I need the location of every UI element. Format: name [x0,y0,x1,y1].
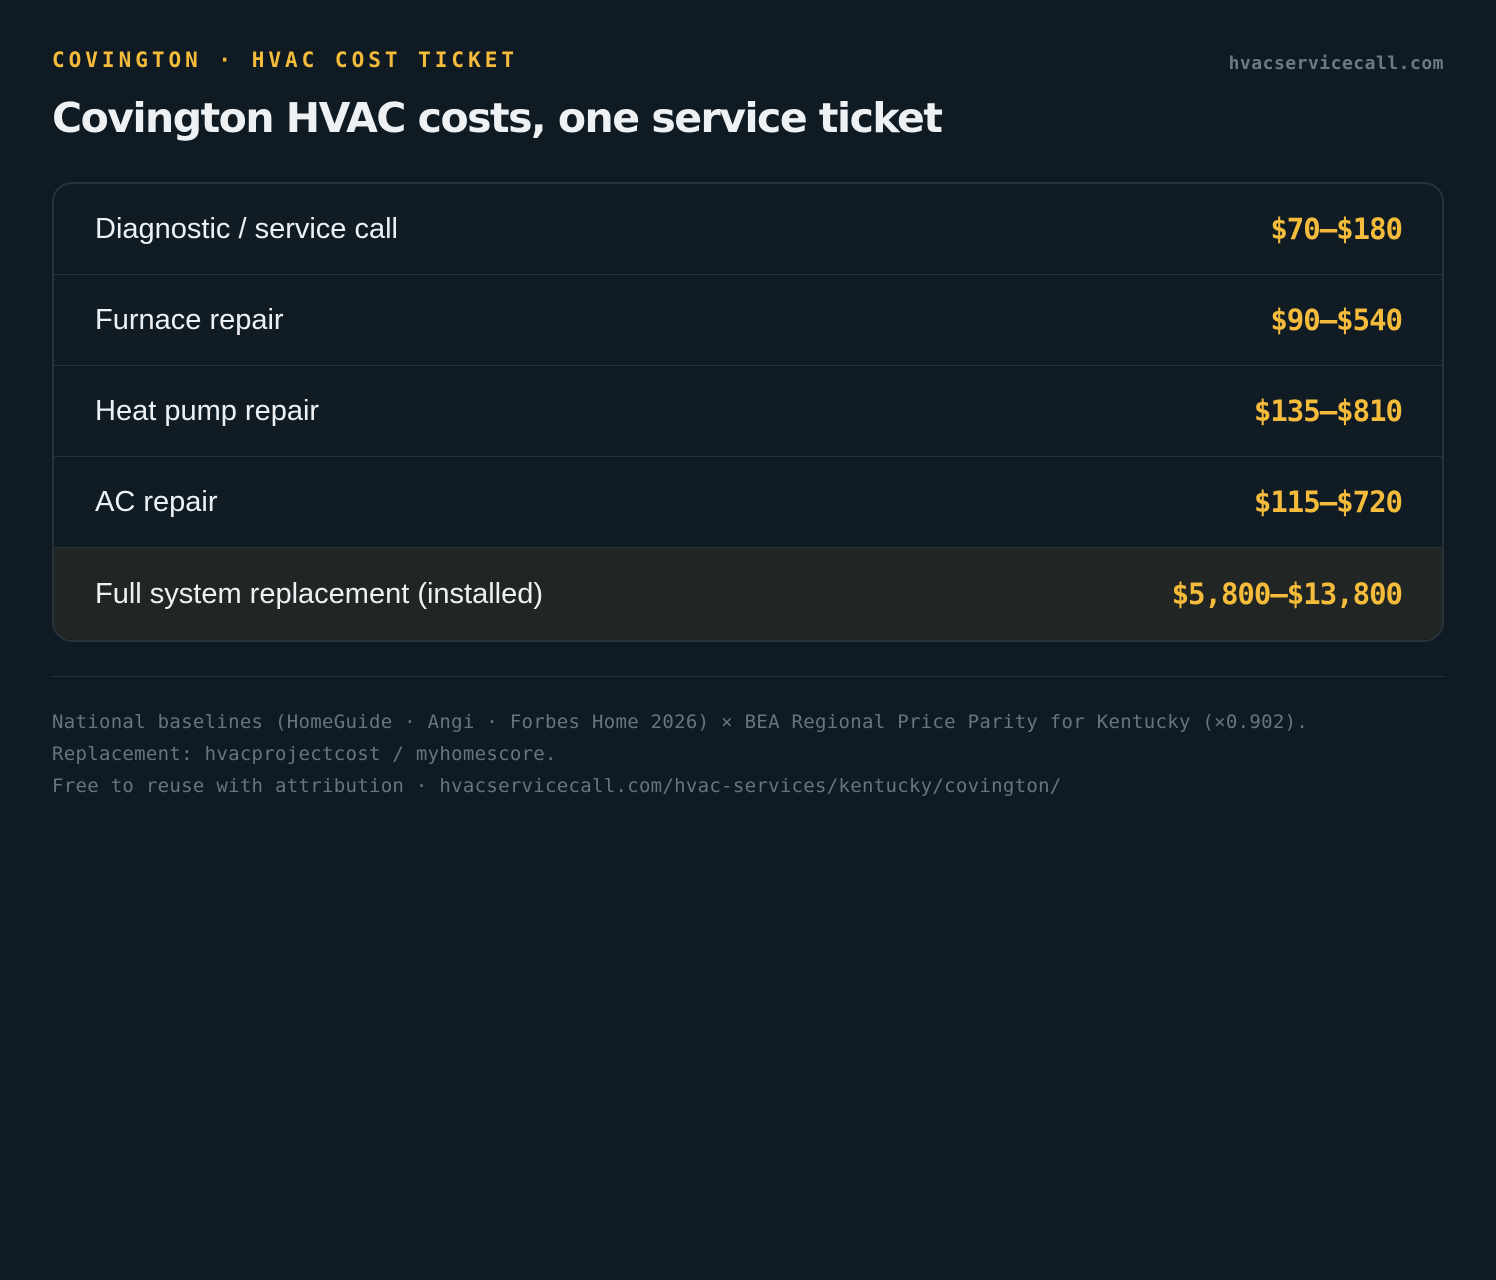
ticket-row-ac: AC repair $115–$720 [54,457,1442,548]
row-label: Diagnostic / service call [95,212,398,245]
page-title: Covington HVAC costs, one service ticket [52,94,943,142]
footnote-line: Free to reuse with attribution · hvacser… [52,775,1062,797]
row-price: $90–$540 [1270,303,1403,337]
row-price: $70–$180 [1270,212,1403,246]
source-footnote: National baselines (HomeGuide · Angi · F… [52,706,1308,802]
ticket-row-diagnostic: Diagnostic / service call $70–$180 [54,184,1442,275]
row-price: $135–$810 [1253,394,1403,428]
ticket-row-heat-pump: Heat pump repair $135–$810 [54,366,1442,457]
kicker-label: COVINGTON · HVAC COST TICKET [52,48,519,72]
cost-ticket: Diagnostic / service call $70–$180 Furna… [52,182,1444,642]
row-label: Heat pump repair [95,394,320,427]
site-domain: hvacservicecall.com [1228,53,1444,74]
row-label: Full system replacement (installed) [95,577,544,610]
row-price: $115–$720 [1253,485,1403,519]
footnote-line: Replacement: hvacprojectcost / myhomesco… [52,743,557,765]
ticket-row-replacement: Full system replacement (installed) $5,8… [54,548,1442,640]
row-price: $5,800–$13,800 [1171,577,1403,611]
row-label: Furnace repair [95,303,284,336]
footnote-line: National baselines (HomeGuide · Angi · F… [52,711,1309,733]
row-label: AC repair [95,485,218,518]
ticket-row-furnace: Furnace repair $90–$540 [54,275,1442,366]
divider [52,676,1444,677]
